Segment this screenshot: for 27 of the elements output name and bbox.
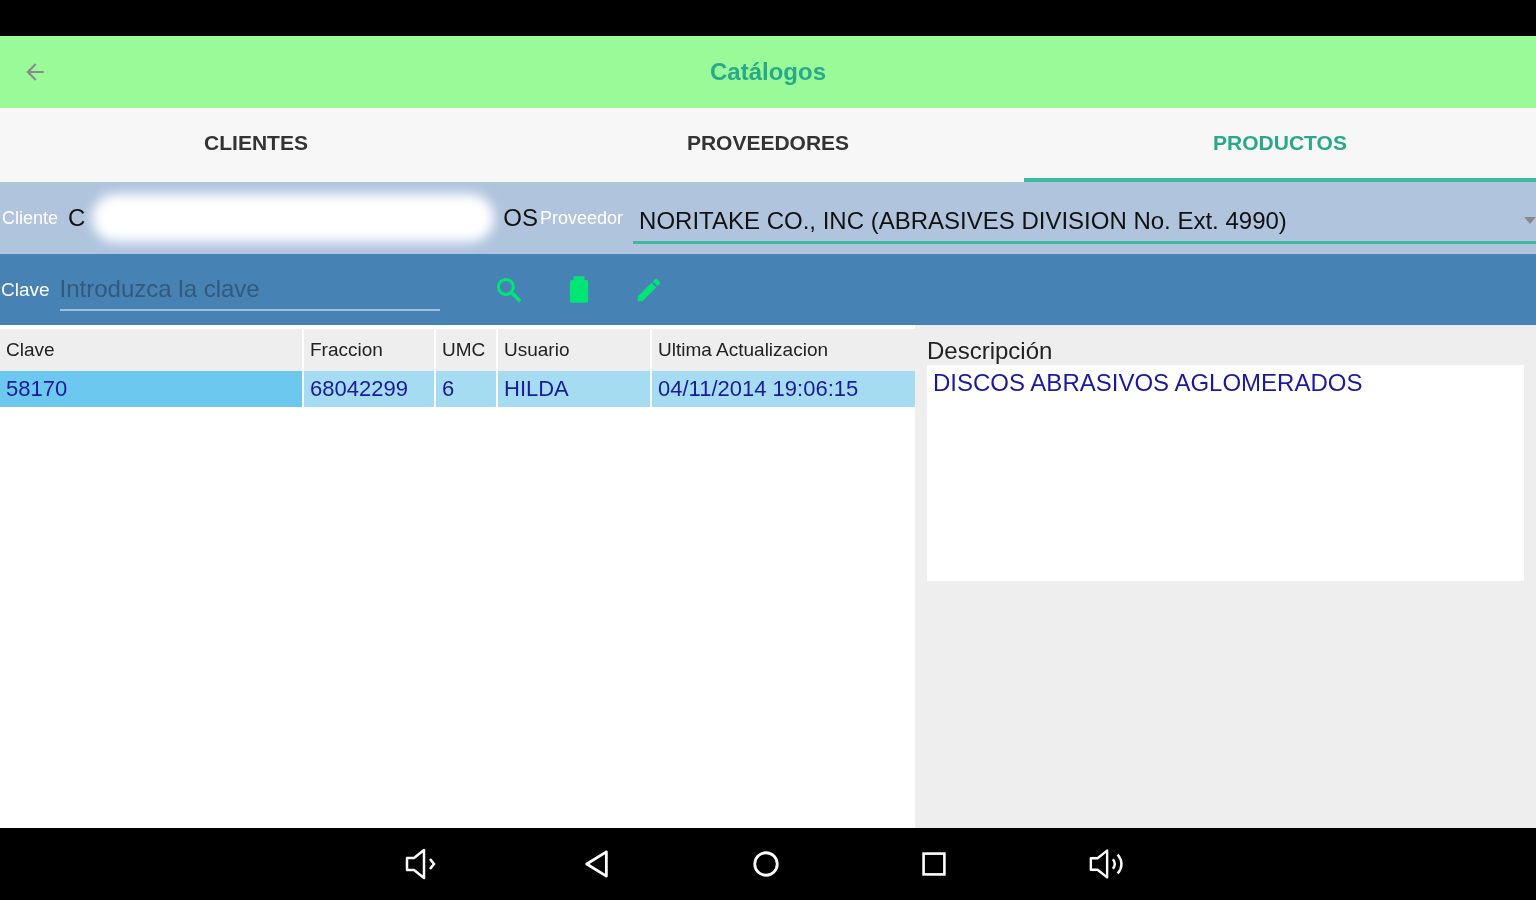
clave-input-field[interactable]: Introduzca la clave	[59, 268, 440, 311]
screen-title: Catálogos	[710, 58, 826, 86]
column-header: UMC	[435, 329, 497, 371]
table-cell: HILDA	[504, 376, 569, 401]
column-header: Usuario	[497, 329, 651, 371]
tab[interactable]: CLIENTES	[0, 108, 512, 182]
table-cell: 58170	[6, 376, 68, 401]
table-cell: 04/11/2014 19:06:15	[658, 376, 859, 401]
cliente-dropdown[interactable]: C OS	[68, 188, 539, 248]
description-text: DISCOS ABRASIVOS AGLOMERADOS	[933, 369, 1363, 396]
cliente-label: Cliente	[2, 207, 59, 229]
column-header: Clave	[0, 329, 303, 371]
tab[interactable]: PROVEEDORES	[512, 108, 1024, 182]
caret-icon	[1524, 217, 1536, 224]
cliente-value-end: OS	[503, 204, 539, 232]
recents-icon[interactable]	[921, 851, 947, 877]
back-icon[interactable]	[583, 848, 611, 880]
cliente-value-start: C	[68, 204, 86, 232]
clave-label: Clave	[1, 278, 50, 301]
proveedor-dropdown[interactable]: NORITAKE CO., INC (ABRASIVES DIVISION No. Ext. 4990)	[633, 200, 1536, 244]
column-header: Fraccion	[303, 329, 435, 371]
table-cell: 68042299	[310, 376, 408, 401]
table-cell: 6	[442, 376, 455, 401]
descripcion-label: Descripción	[927, 337, 1054, 365]
table-row[interactable]: 58170 68042299 6 HILDA 04/11/2014 19:06:15	[0, 371, 923, 407]
home-icon[interactable]	[751, 849, 781, 879]
proveedor-label: Proveedor	[540, 207, 624, 229]
